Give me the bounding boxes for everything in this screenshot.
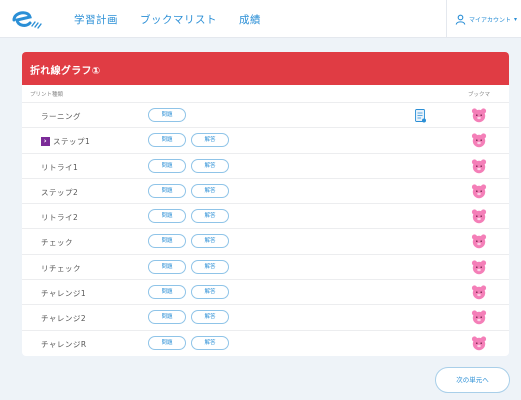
- row-label-text: リトライ2: [41, 213, 79, 223]
- table-row: リチェック 問題 解答: [22, 253, 509, 279]
- question-button[interactable]: 問題: [148, 183, 186, 198]
- answer-button[interactable]: 解答: [191, 335, 229, 350]
- row-label: リトライ2: [41, 212, 78, 223]
- next-unit-button[interactable]: 次の単元へ: [435, 367, 510, 393]
- nav-study-plan[interactable]: 学習計画: [74, 12, 118, 27]
- row-label: › ステップ1: [41, 136, 90, 147]
- row-label-text: チェック: [41, 238, 73, 248]
- answer-button[interactable]: 解答: [191, 310, 229, 325]
- answer-button[interactable]: 解答: [191, 209, 229, 224]
- row-label-text: チャレンジR: [41, 339, 87, 349]
- answer-button[interactable]: 解答: [191, 259, 229, 274]
- row-label-text: リトライ1: [41, 162, 79, 172]
- answer-button[interactable]: 解答: [191, 285, 229, 300]
- row-label-text: リチェック: [41, 263, 81, 273]
- e-logo-icon[interactable]: [10, 6, 44, 32]
- bookmark-bear-icon[interactable]: [471, 335, 487, 351]
- row-label-text: チャレンジ1: [41, 289, 87, 299]
- main-nav: 学習計画 ブックマリスト 成績: [74, 12, 261, 27]
- row-label: リトライ1: [41, 162, 78, 173]
- question-button[interactable]: 問題: [148, 310, 186, 325]
- row-label: チェック: [41, 237, 73, 248]
- table-row: チャレンジR 問題 解答: [22, 329, 509, 355]
- answer-button[interactable]: 解答: [191, 183, 229, 198]
- bookmark-bear-icon[interactable]: [471, 233, 487, 249]
- bookmark-bear-icon[interactable]: [471, 259, 487, 275]
- answer-button[interactable]: 解答: [191, 234, 229, 249]
- column-print-type: プリント種類: [30, 92, 64, 98]
- question-button[interactable]: 問題: [148, 234, 186, 249]
- row-label: ステップ2: [41, 187, 78, 198]
- table-row: ステップ2 問題 解答: [22, 177, 509, 203]
- question-button[interactable]: 問題: [148, 158, 186, 173]
- row-label-text: ラーニング: [41, 112, 81, 121]
- question-button[interactable]: 問題: [148, 259, 186, 274]
- question-button[interactable]: 問題: [148, 108, 186, 122]
- bookmark-bear-icon[interactable]: [471, 208, 487, 224]
- table-row: › ステップ1 問題 解答: [22, 127, 509, 152]
- table-row: チャレンジ1 問題 解答: [22, 279, 509, 304]
- bookmark-bear-icon[interactable]: [471, 309, 487, 325]
- question-button[interactable]: 問題: [148, 285, 186, 300]
- table-row: リトライ2 問題 解答: [22, 203, 509, 228]
- row-label-text: ステップ2: [41, 187, 79, 197]
- table-row: リトライ1 問題 解答: [22, 152, 509, 178]
- question-button[interactable]: 問題: [148, 133, 186, 148]
- bookmark-bear-icon[interactable]: [471, 183, 487, 199]
- current-marker-icon: ›: [41, 137, 50, 147]
- chevron-down-icon: ▾: [514, 15, 518, 23]
- row-label: チャレンジ2: [41, 313, 86, 324]
- table-row: ラーニング 問題: [22, 102, 509, 127]
- table-row: チェック 問題 解答: [22, 228, 509, 253]
- bookmark-bear-icon[interactable]: [471, 284, 487, 300]
- question-button[interactable]: 問題: [148, 209, 186, 224]
- table-row: チャレンジ2 問題 解答: [22, 304, 509, 329]
- print-rows: ラーニング 問題 › ステップ1 問題 解答 リトライ1 問題 解答 ステップ2 問題 解答 リトライ2…: [22, 102, 509, 355]
- account-menu[interactable]: マイアカウント ▾: [446, 0, 521, 38]
- account-label: マイアカウント: [469, 16, 512, 24]
- nav-grades[interactable]: 成績: [239, 12, 261, 27]
- bookmark-bear-icon[interactable]: [471, 107, 487, 123]
- row-label-text: ステップ1: [53, 137, 91, 147]
- bookmark-bear-icon[interactable]: [471, 132, 487, 148]
- user-icon: [455, 14, 466, 25]
- row-label: チャレンジ1: [41, 288, 86, 299]
- row-label: ラーニング: [41, 111, 81, 122]
- print-list-card: 折れ線グラフ① プリント種類 ブックマ ラーニング 問題 › ステップ1 問題 解答 リトラ…: [22, 52, 509, 356]
- nav-bookmark-list[interactable]: ブックマリスト: [140, 12, 217, 27]
- column-bookmark: ブックマ: [468, 92, 491, 98]
- question-button[interactable]: 問題: [148, 335, 186, 350]
- answer-button[interactable]: 解答: [191, 158, 229, 173]
- row-label-text: チャレンジ2: [41, 314, 87, 324]
- bookmark-bear-icon[interactable]: [471, 158, 487, 174]
- answer-button[interactable]: 解答: [191, 133, 229, 148]
- row-label: チャレンジR: [41, 339, 87, 350]
- top-header: 学習計画 ブックマリスト 成績 マイアカウント ▾: [0, 0, 521, 38]
- document-icon[interactable]: [415, 108, 426, 123]
- row-label: リチェック: [41, 263, 81, 274]
- card-title: 折れ線グラフ①: [22, 52, 509, 85]
- column-header: プリント種類 ブックマ: [22, 85, 509, 102]
